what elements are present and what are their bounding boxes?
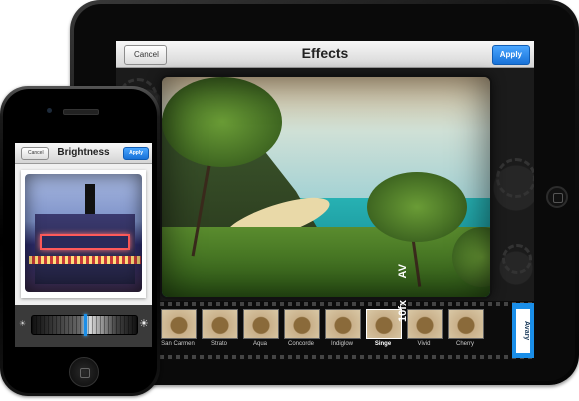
ipad-page-title: Effects [301,45,349,61]
film-holes-bottom [116,355,534,359]
filter-thumb-image [325,309,361,339]
iphone-apply-button[interactable]: Apply [123,147,149,160]
photo-vignette [162,77,490,297]
filter-thumb[interactable]: Vivid [407,309,443,349]
iphone-screen: Cancel Brightness Apply ☀ ☀ [15,143,152,347]
ipad-screen: Cancel Effects Apply OriginalSan CarmenS… [116,41,534,360]
filter-thumb-label: Strato [210,341,227,347]
filter-thumb-label: Concorde [287,341,314,347]
filter-thumb[interactable]: Concorde [284,309,320,349]
filter-thumb[interactable]: Cherry [448,309,484,349]
effects-photo [162,77,490,297]
filter-thumb[interactable]: San Carmen [161,309,197,349]
iphone-body: Cancel Brightness Apply ☀ ☀ [3,89,157,393]
brightness-slider[interactable] [31,314,138,336]
photo-vignette [25,174,142,292]
pack-count-label: 10fx [397,300,409,323]
ipad-apply-button[interactable]: Apply [491,45,530,65]
photo-image [25,174,142,292]
sun-small-icon: ☀ [19,319,27,328]
film-holes-top [116,302,534,306]
filter-filmstrip[interactable]: OriginalSan CarmenStratoAquaConcordeIndi… [116,301,534,360]
gear-icon [496,158,534,198]
ipad-nav-bar: Cancel Effects Apply [116,41,534,68]
sun-large-icon: ☀ [139,318,149,330]
filter-thumb-image [161,309,197,339]
pack-av-label: AV [397,264,409,279]
filter-thumb[interactable]: Indiglow [325,309,361,349]
iphone-device: Cancel Brightness Apply ☀ ☀ [0,86,160,396]
earpiece-speaker [63,109,99,115]
slider-thumb[interactable] [84,314,87,336]
filter-thumb-label: Aqua [252,341,267,347]
filter-thumb-image [202,309,238,339]
filter-thumb-image [407,309,443,339]
filter-thumb-image [284,309,320,339]
filter-thumb-label: Vivid [417,341,431,347]
brightness-photo [21,170,146,298]
filter-thumb-image [448,309,484,339]
filter-thumb-label: Indiglow [330,341,353,347]
filter-thumb[interactable]: Strato [202,309,238,349]
filter-thumb[interactable]: Aqua [243,309,279,349]
iphone-home-button[interactable] [69,357,99,387]
filter-thumb-label: Cherry [455,341,474,347]
filter-thumb-label: Singe [374,341,392,347]
ipad-home-button[interactable] [546,186,568,208]
effects-pack-tab[interactable]: Avary [512,303,534,358]
front-camera-icon [47,108,52,113]
gear-icon [502,244,532,274]
filter-thumb-label: San Carmen [161,341,195,347]
iphone-nav-bar: Cancel Brightness Apply [15,143,152,164]
pack-brand-label: Avary [516,309,530,353]
filter-thumb-image [243,309,279,339]
brightness-slider-area: ☀ ☀ [15,305,152,347]
